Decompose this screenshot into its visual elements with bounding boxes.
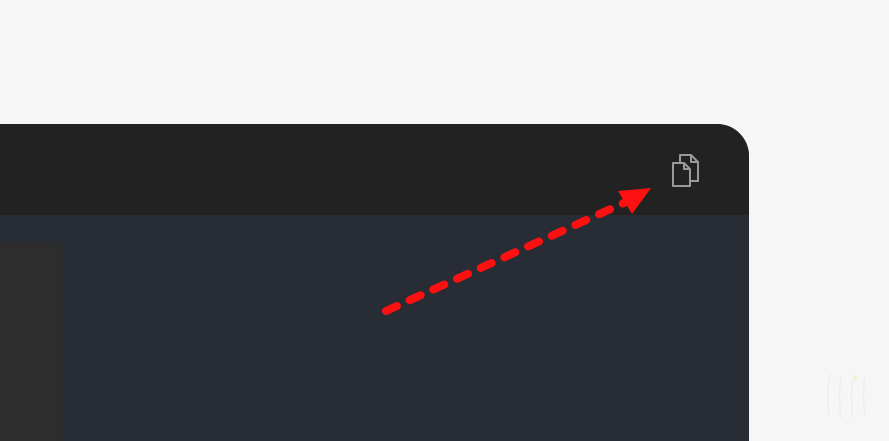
line-gutter (0, 242, 62, 441)
page (0, 0, 889, 441)
copy-icon (672, 154, 699, 187)
code-block (0, 124, 749, 441)
copy-button[interactable] (668, 151, 704, 189)
code-block-body (0, 215, 749, 441)
corner-decoration (826, 373, 866, 419)
code-block-header (0, 124, 749, 215)
